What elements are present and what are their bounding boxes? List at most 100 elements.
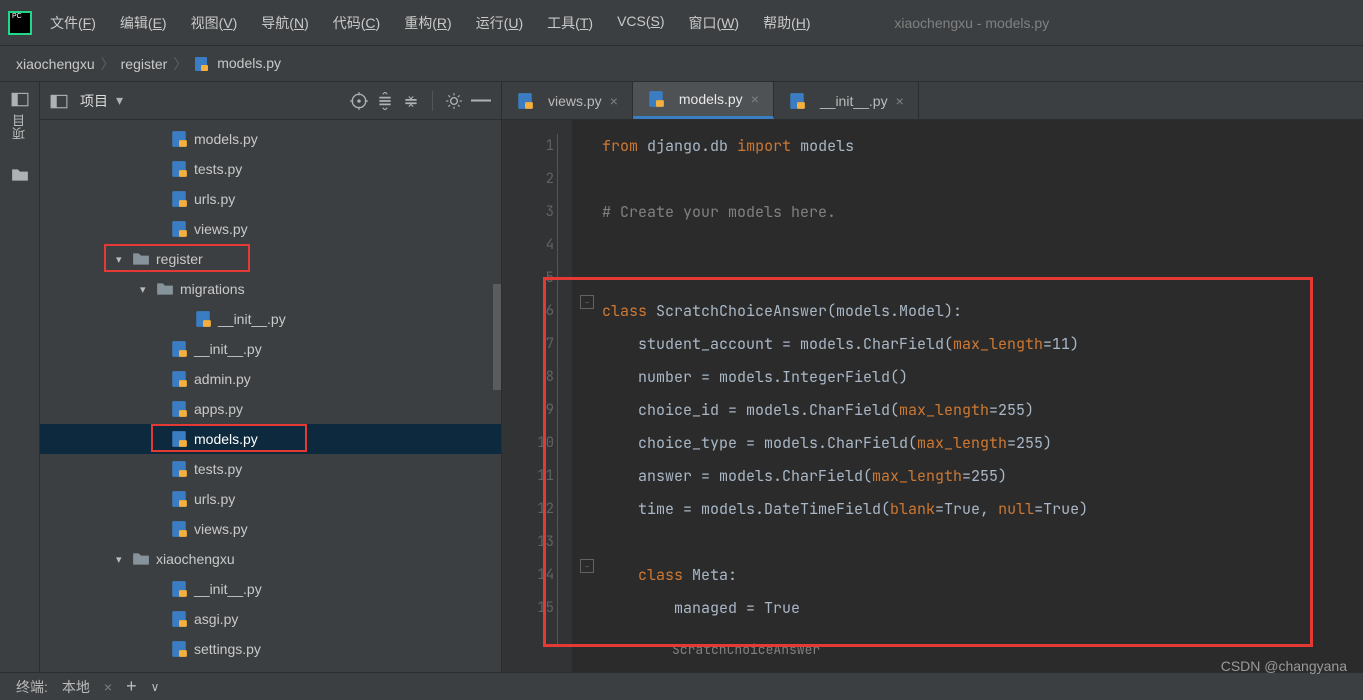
tree-item-register[interactable]: ▾register — [40, 244, 501, 274]
plus-icon[interactable]: + — [126, 676, 137, 697]
window-title: xiaochengxu - models.py — [894, 15, 1289, 31]
tab-label: views.py — [548, 93, 602, 109]
tree-item-__init__-py[interactable]: __init__.py — [40, 574, 501, 604]
tab-views-py[interactable]: views.py × — [502, 82, 633, 119]
title-bar: 文件(F) 编辑(E) 视图(V) 导航(N) 代码(C) 重构(R) 运行(U) 工具(T)… — [0, 0, 1363, 46]
tree-item-label: __init__.py — [194, 341, 262, 357]
line-number: 3 — [502, 196, 554, 229]
menu-r[interactable]: 重构(R) — [404, 13, 451, 33]
tree-item-__init__-py[interactable]: __init__.py — [40, 304, 501, 334]
terminal-label[interactable]: 终端: — [16, 677, 48, 697]
terminal-tab-local[interactable]: 本地 — [62, 677, 90, 697]
line-number: 15 — [502, 592, 554, 625]
line-number: 8 — [502, 361, 554, 394]
tab-models-py[interactable]: models.py × — [633, 82, 774, 119]
tree-item-label: urls.py — [194, 491, 235, 507]
close-icon[interactable]: × — [104, 679, 112, 695]
chevron-down-icon: ▾ — [116, 253, 130, 266]
tree-item-label: xiaochengxu — [156, 551, 235, 567]
tree-item-label: asgi.py — [194, 611, 238, 627]
line-number: 10 — [502, 427, 554, 460]
menu-s[interactable]: VCS(S) — [617, 13, 664, 33]
menu-u[interactable]: 运行(U) — [476, 13, 523, 33]
tree-item-views-py[interactable]: views.py — [40, 214, 501, 244]
separator — [432, 91, 433, 111]
tree-item-admin-py[interactable]: admin.py — [40, 364, 501, 394]
locate-icon[interactable] — [350, 92, 368, 110]
editor-tabs: views.py × models.py × __init__.py × — [502, 82, 1363, 120]
line-number: 1 — [502, 130, 554, 163]
menu-f[interactable]: 文件(F) — [50, 13, 96, 33]
breadcrumb-file[interactable]: models.py — [193, 55, 281, 72]
collapse-all-icon[interactable] — [402, 92, 420, 110]
fold-line — [557, 134, 558, 644]
tab-__init__-py[interactable]: __init__.py × — [774, 82, 919, 119]
tree-item-label: views.py — [194, 521, 248, 537]
breadcrumb: xiaochengxu 〉 register 〉 models.py — [0, 46, 1363, 82]
editor-body[interactable]: 123456789101112131415 from django.db imp… — [502, 120, 1363, 672]
menu-n[interactable]: 导航(N) — [261, 13, 308, 33]
tree-item-__init__-py[interactable]: __init__.py — [40, 334, 501, 364]
tree-item-label: apps.py — [194, 401, 243, 417]
fold-icon[interactable]: − — [580, 295, 594, 309]
bottom-bar: 终端: 本地 × + ∨ — [0, 672, 1363, 700]
menu-c[interactable]: 代码(C) — [333, 13, 380, 33]
expand-all-icon[interactable] — [376, 92, 394, 110]
close-icon[interactable]: × — [751, 91, 759, 107]
menu-t[interactable]: 工具(T) — [547, 13, 593, 33]
line-number: 2 — [502, 163, 554, 196]
chevron-right-icon: 〉 — [101, 54, 115, 74]
line-number: 6 — [502, 295, 554, 328]
breadcrumb-project[interactable]: xiaochengxu — [16, 56, 95, 72]
project-tree[interactable]: models.pytests.pyurls.pyviews.py▾registe… — [40, 120, 501, 672]
tree-item-urls-py[interactable]: urls.py — [40, 184, 501, 214]
close-icon[interactable]: × — [610, 93, 618, 109]
breadcrumb-folder[interactable]: register — [121, 56, 168, 72]
line-number: 14 — [502, 559, 554, 592]
tree-item-views-py[interactable]: views.py — [40, 514, 501, 544]
chevron-down-icon: ▾ — [116, 553, 130, 566]
tree-item-models-py[interactable]: models.py — [40, 124, 501, 154]
dropdown-icon[interactable]: ▾ — [116, 92, 123, 109]
tree-item-label: admin.py — [194, 371, 251, 387]
project-tool-label[interactable]: 项目 — [10, 114, 29, 140]
sidebar-title: 项目 — [80, 91, 108, 111]
tree-item-tests-py[interactable]: tests.py — [40, 454, 501, 484]
tree-item-migrations[interactable]: ▾ migrations — [40, 274, 501, 304]
fold-icon[interactable]: − — [580, 559, 594, 573]
close-icon[interactable]: × — [896, 93, 904, 109]
chevron-right-icon: 〉 — [173, 54, 187, 74]
menu-w[interactable]: 窗口(W) — [689, 13, 740, 33]
editor-crumb[interactable]: ScratchChoiceAnswer — [672, 633, 820, 666]
tree-item-label: tests.py — [194, 461, 242, 477]
tab-label: models.py — [679, 91, 743, 107]
files-tool-icon[interactable] — [11, 166, 29, 184]
line-number: 13 — [502, 526, 554, 559]
tree-item-label: tests.py — [194, 161, 242, 177]
tree-item-tests-py[interactable]: tests.py — [40, 154, 501, 184]
chevron-down-icon: ▾ — [140, 283, 154, 296]
tree-item-asgi-py[interactable]: asgi.py — [40, 604, 501, 634]
tree-item-xiaochengxu[interactable]: ▾ xiaochengxu — [40, 544, 501, 574]
tree-item-urls-py[interactable]: urls.py — [40, 484, 501, 514]
tree-item-label: models.py — [194, 431, 258, 447]
tree-item-apps-py[interactable]: apps.py — [40, 394, 501, 424]
gear-icon[interactable] — [445, 92, 463, 110]
code-area[interactable]: from django.db import models # Create yo… — [572, 120, 1363, 672]
tree-item-models-py[interactable]: models.py — [40, 424, 501, 454]
hide-icon[interactable]: — — [471, 89, 491, 112]
tree-item-settings-py[interactable]: settings.py — [40, 634, 501, 664]
tree-item-label: models.py — [194, 131, 258, 147]
tree-item-label: settings.py — [194, 641, 261, 657]
project-stripe-icon[interactable] — [11, 90, 29, 108]
editor-area: views.py×models.py×__init__.py× 12345678… — [502, 82, 1363, 672]
menu-h[interactable]: 帮助(H) — [763, 13, 810, 33]
menu-v[interactable]: 视图(V) — [191, 13, 238, 33]
chevron-down-icon[interactable]: ∨ — [151, 680, 160, 694]
menu-e[interactable]: 编辑(E) — [120, 13, 167, 33]
tool-window-bar: 项目 — [0, 82, 40, 672]
tree-item-label: migrations — [180, 281, 245, 297]
line-gutter: 123456789101112131415 — [502, 120, 572, 672]
tab-label: __init__.py — [820, 93, 888, 109]
line-number: 9 — [502, 394, 554, 427]
